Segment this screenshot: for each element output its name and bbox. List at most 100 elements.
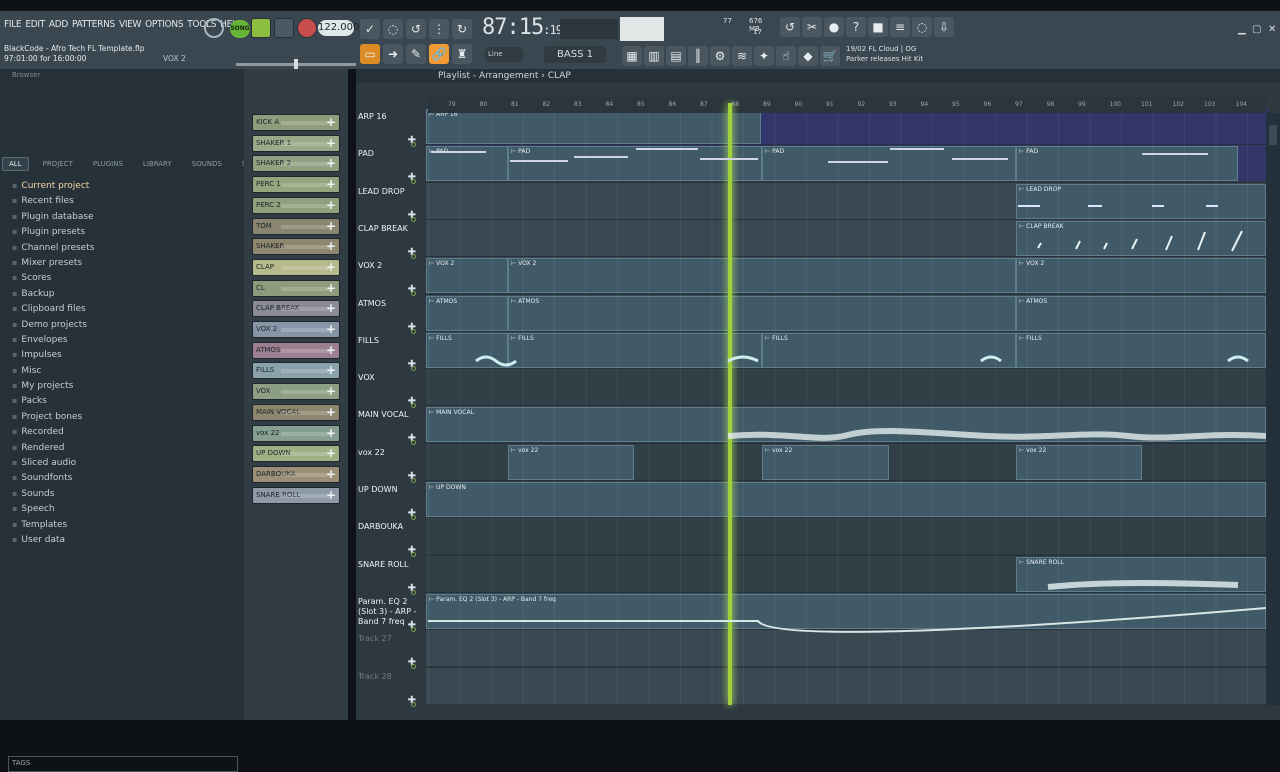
track-mute-icon[interactable]: [411, 515, 416, 520]
browser-item[interactable]: Clipboard files: [12, 301, 94, 316]
track-header[interactable]: ARP 16 ✚: [358, 112, 422, 149]
browser-item[interactable]: Demo projects: [12, 317, 94, 332]
track-lane[interactable]: ⊢ VOX 2 ⊢ VOX 2 ⊢ VOX 2: [426, 256, 1268, 294]
plugin-icon[interactable]: ⚙: [710, 46, 730, 66]
channel-steps[interactable]: [281, 390, 331, 395]
playlist-clip[interactable]: ⊢ FILLS: [762, 332, 1016, 368]
channel-button[interactable]: DARBOUKA +: [252, 465, 340, 483]
touch-icon[interactable]: ☝: [776, 46, 796, 66]
playlist-clip[interactable]: ⊢ SNARE ROLL: [1016, 556, 1266, 592]
channel-rack-icon[interactable]: ▤: [666, 46, 686, 66]
track-header[interactable]: LEAD DROP ✚: [358, 187, 422, 224]
menu-item[interactable]: VIEW: [119, 19, 141, 30]
browser-item[interactable]: Soundfonts: [12, 470, 94, 485]
chat-icon[interactable]: ◌: [912, 17, 932, 37]
scroll-thumb[interactable]: [1269, 125, 1277, 145]
track-mute-icon[interactable]: [411, 253, 416, 259]
add-step-icon[interactable]: +: [326, 156, 336, 171]
channel-steps[interactable]: [281, 245, 331, 250]
add-step-icon[interactable]: +: [326, 384, 336, 399]
playlist-arrow-icon[interactable]: ➜: [383, 44, 403, 64]
maximize-icon[interactable]: ▢: [1252, 24, 1261, 35]
track-mute-icon[interactable]: [411, 216, 416, 222]
cart-icon[interactable]: 🛒: [820, 46, 840, 66]
track-mute-icon[interactable]: [411, 477, 416, 483]
track-mute-icon[interactable]: [411, 365, 416, 371]
browser-item[interactable]: Rendered: [12, 440, 94, 455]
pattern-select[interactable]: BASS 1: [544, 46, 606, 63]
add-step-icon[interactable]: +: [326, 467, 336, 482]
channel-button[interactable]: PERC 1 +: [252, 176, 340, 194]
menu-item[interactable]: FILE: [4, 19, 22, 30]
track-lane[interactable]: ⊢ CLAP BREAK: [426, 218, 1268, 256]
channel-button[interactable]: SHAKER +: [252, 238, 340, 256]
add-step-icon[interactable]: +: [326, 322, 336, 337]
mixer-view-icon[interactable]: ║: [688, 46, 708, 66]
play-button[interactable]: [251, 18, 271, 38]
track-mute-icon[interactable]: [411, 440, 416, 446]
channel-button[interactable]: VOX 2 +: [252, 321, 340, 338]
track-lane[interactable]: [426, 666, 1268, 704]
track-header[interactable]: MAIN VOCAL ✚: [358, 410, 422, 447]
channel-steps[interactable]: [281, 472, 331, 477]
browser-item[interactable]: Project bones: [12, 409, 94, 424]
browser-item[interactable]: Current project: [12, 178, 94, 193]
cut-icon[interactable]: ✂: [802, 17, 822, 37]
add-step-icon[interactable]: +: [326, 446, 336, 461]
browser-item[interactable]: Misc: [12, 363, 94, 378]
channel-steps[interactable]: [281, 121, 331, 125]
add-step-icon[interactable]: +: [326, 260, 336, 275]
add-step-icon[interactable]: +: [326, 136, 336, 151]
track-mute-icon[interactable]: [411, 403, 416, 409]
stop-button[interactable]: [274, 18, 294, 38]
vertical-scrollbar[interactable]: [1266, 113, 1280, 705]
track-header[interactable]: Track 28 ✚: [358, 672, 422, 709]
channel-button[interactable]: UP DOWN +: [252, 445, 340, 463]
playlist-clip[interactable]: ⊢ ATMOS: [1016, 295, 1266, 331]
track-header[interactable]: VOX 2 ✚: [358, 261, 422, 298]
channel-steps[interactable]: [281, 183, 331, 188]
countin-icon[interactable]: ↺: [406, 19, 426, 39]
playlist-clip[interactable]: ⊢ UP DOWN: [426, 482, 1266, 517]
menu-item[interactable]: EDIT: [25, 19, 45, 30]
track-mute-icon[interactable]: [411, 179, 416, 185]
tags-input[interactable]: [8, 756, 238, 772]
track-lane[interactable]: ⊢ PAD ⊢ PAD ⊢ PAD ⊢ PAD: [426, 144, 1268, 182]
channel-button[interactable]: ATMOS +: [252, 341, 340, 359]
tempo-display[interactable]: 122.000: [318, 20, 359, 36]
track-lane[interactable]: ⊢ MAIN VOCAL: [426, 405, 1268, 443]
playlist-clip[interactable]: ⊢ Param. EQ 2 (Slot 3) - ARP - Band 7 fr…: [426, 593, 1266, 629]
channel-button[interactable]: KICK A +: [252, 114, 340, 131]
browser-item[interactable]: Packs: [12, 393, 94, 408]
link-icon[interactable]: 🔗: [429, 44, 449, 64]
add-step-icon[interactable]: +: [326, 177, 336, 192]
track-lane[interactable]: ⊢ UP DOWN: [426, 480, 1268, 517]
track-header[interactable]: ATMOS ✚: [358, 299, 422, 336]
channel-button[interactable]: PERC 2 +: [252, 196, 340, 214]
fx-icon[interactable]: ◆: [798, 46, 818, 66]
playlist-clip[interactable]: ⊢ FILLS: [426, 332, 508, 368]
add-step-icon[interactable]: +: [326, 115, 336, 130]
channel-button[interactable]: SHAKER 1 +: [252, 134, 340, 152]
track-mute-icon[interactable]: [411, 291, 416, 297]
track-mute-icon[interactable]: [411, 664, 416, 670]
channel-steps[interactable]: [281, 431, 331, 436]
track-lane[interactable]: ⊢ FILLS ⊢ FILLS ⊢ FILLS ⊢ FILLS: [426, 330, 1268, 368]
browser-item[interactable]: Plugin presets: [12, 224, 94, 239]
song-mode-button[interactable]: SONG: [230, 20, 250, 38]
browser-icon[interactable]: ≋: [732, 46, 752, 66]
channel-button[interactable]: VOX +: [252, 383, 340, 401]
track-lane[interactable]: ⊢ Param. EQ 2 (Slot 3) - ARP - Band 7 fr…: [426, 591, 1268, 629]
reset-icon[interactable]: ↺: [780, 17, 800, 37]
playlist-clip[interactable]: ⊢ VOX 2: [1016, 258, 1266, 294]
track-mute-icon[interactable]: [411, 142, 416, 147]
browser-tab[interactable]: PLUGINS: [87, 158, 129, 170]
track-lane[interactable]: [426, 629, 1268, 667]
browser-tab[interactable]: PROJECT: [37, 158, 79, 170]
track-lane[interactable]: [426, 368, 1268, 406]
mixer-icon[interactable]: ≡: [890, 17, 910, 37]
track-header[interactable]: vox 22 ✚: [358, 448, 422, 485]
browser-item[interactable]: Envelopes: [12, 332, 94, 347]
playlist-clip[interactable]: ⊢ PAD: [508, 146, 762, 182]
channel-steps[interactable]: [281, 203, 331, 208]
